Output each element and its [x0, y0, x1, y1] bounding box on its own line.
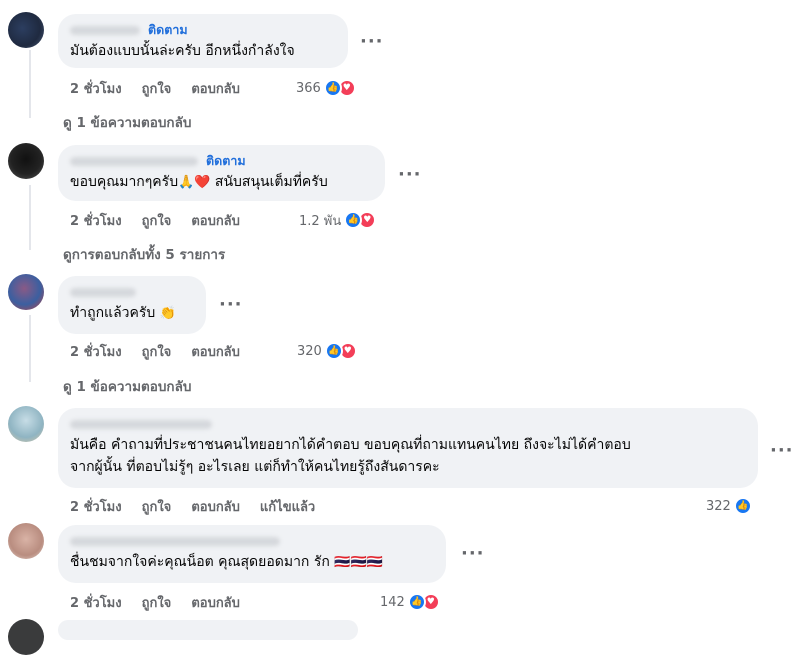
- comment-actions: 2 ชั่วโมง ถูกใจ ตอบกลับ แก้ไขแล้ว: [70, 496, 335, 516]
- reply-button[interactable]: ตอบกลับ: [191, 496, 240, 517]
- thread-line: [29, 185, 31, 250]
- comment-text-line: มันคือ คำถามที่ประชาชนคนไทยอยากได้คำตอบ …: [70, 437, 631, 453]
- author-name[interactable]: [70, 419, 212, 429]
- thumbs-up-icon: 👍: [733, 497, 752, 515]
- comment-text-part: สนับสนุนเต็มที่ครับ: [214, 174, 328, 190]
- more-options-icon[interactable]: ···: [398, 166, 422, 184]
- view-replies-link[interactable]: ดูการตอบกลับทั้ง 5 รายการ: [63, 243, 225, 265]
- avatar[interactable]: [8, 143, 44, 179]
- comment-text: ชื่นชมจากใจค่ะคุณน็อต คุณสุดยอดมาก รัก 🇹…: [70, 551, 434, 574]
- reaction-count: 142: [380, 594, 405, 610]
- view-replies-label: ดูการตอบกลับทั้ง 5 รายการ: [63, 247, 226, 263]
- reaction-summary[interactable]: 322 👍: [706, 496, 752, 516]
- reaction-count: 366: [296, 80, 321, 96]
- avatar[interactable]: [8, 406, 44, 442]
- view-replies-link[interactable]: ดู 1 ข้อความตอบกลับ: [63, 375, 191, 397]
- author-name[interactable]: [70, 25, 140, 35]
- more-options-icon[interactable]: ···: [461, 545, 485, 563]
- author-name[interactable]: [70, 156, 198, 166]
- comment-text: ขอบคุณมากๆครับ🙏❤️ สนับสนุนเต็มที่ครับ: [70, 171, 373, 194]
- thumbs-up-icon: 👍: [324, 342, 343, 360]
- comment-actions: 2 ชั่วโมง ถูกใจ ตอบกลับ: [70, 341, 260, 361]
- comment-text-line: จากผู้นั้น ที่ตอบไม่รู้ๆ อะไรเลย แต่ก็ทำ…: [70, 459, 440, 475]
- comment-actions: 2 ชั่วโมง ถูกใจ ตอบกลับ: [70, 210, 260, 230]
- view-replies-link[interactable]: ดู 1 ข้อความตอบกลับ: [63, 111, 191, 133]
- author-name[interactable]: [70, 287, 136, 297]
- timestamp[interactable]: 2 ชั่วโมง: [70, 592, 122, 613]
- more-options-icon[interactable]: ···: [770, 442, 794, 460]
- thread-line: [29, 50, 31, 118]
- comment-bubble: ติดตาม ขอบคุณมากๆครับ🙏❤️ สนับสนุนเต็มที่…: [58, 145, 385, 201]
- reaction-summary[interactable]: 1.2 พัน 👍 ♥: [299, 210, 377, 230]
- author-name[interactable]: [70, 536, 280, 546]
- comment-bubble: ชื่นชมจากใจค่ะคุณน็อต คุณสุดยอดมาก รัก 🇹…: [58, 525, 446, 583]
- comment-bubble: ทำถูกแล้วครับ 👏: [58, 276, 206, 334]
- comment-bubble: มันคือ คำถามที่ประชาชนคนไทยอยากได้คำตอบ …: [58, 408, 758, 488]
- reply-button[interactable]: ตอบกลับ: [191, 210, 240, 231]
- timestamp[interactable]: 2 ชั่วโมง: [70, 210, 122, 231]
- comment-bubble: ติดตาม มันต้องแบบนั้นล่ะครับ อีกหนึ่งกำล…: [58, 14, 348, 68]
- timestamp[interactable]: 2 ชั่วโมง: [70, 341, 122, 362]
- follow-link[interactable]: ติดตาม: [148, 22, 188, 38]
- reaction-count: 322: [706, 498, 731, 514]
- avatar[interactable]: [8, 619, 44, 655]
- thumbs-up-icon: 👍: [344, 211, 363, 229]
- like-button[interactable]: ถูกใจ: [142, 341, 172, 362]
- comment-bubble: [58, 620, 358, 640]
- reaction-summary[interactable]: 366 👍 ♥: [296, 78, 356, 98]
- follow-link[interactable]: ติดตาม: [206, 153, 246, 169]
- clap-emoji: 👏: [159, 306, 176, 321]
- avatar[interactable]: [8, 274, 44, 310]
- like-button[interactable]: ถูกใจ: [142, 210, 172, 231]
- comment-text: มันต้องแบบนั้นล่ะครับ อีกหนึ่งกำลังใจ: [70, 43, 295, 59]
- reaction-summary[interactable]: 142 👍 ♥: [380, 592, 440, 612]
- comment-text-part: ขอบคุณมากๆครับ: [70, 174, 179, 190]
- reaction-summary[interactable]: 320 👍 ♥: [297, 341, 357, 361]
- heart-emoji: ❤️: [194, 175, 211, 190]
- avatar[interactable]: [8, 523, 44, 559]
- like-button[interactable]: ถูกใจ: [142, 496, 172, 517]
- comment-text-part: ชื่นชมจากใจค่ะคุณน็อต คุณสุดยอดมาก รัก: [70, 554, 330, 570]
- reaction-count: 320: [297, 343, 322, 359]
- reaction-count: 1.2 พัน: [299, 213, 342, 229]
- reply-button[interactable]: ตอบกลับ: [191, 341, 240, 362]
- thumbs-up-icon: 👍: [323, 79, 342, 97]
- pray-emoji: 🙏: [178, 175, 195, 190]
- timestamp[interactable]: 2 ชั่วโมง: [70, 78, 122, 99]
- view-replies-label: ดู 1 ข้อความตอบกลับ: [63, 115, 192, 131]
- view-replies-label: ดู 1 ข้อความตอบกลับ: [63, 379, 192, 395]
- like-button[interactable]: ถูกใจ: [142, 592, 172, 613]
- more-options-icon[interactable]: ···: [360, 33, 384, 51]
- like-button[interactable]: ถูกใจ: [142, 78, 172, 99]
- thai-flag-emoji: 🇹🇭🇹🇭🇹🇭: [334, 555, 383, 570]
- edited-label[interactable]: แก้ไขแล้ว: [260, 496, 315, 517]
- thread-line: [29, 315, 31, 382]
- timestamp[interactable]: 2 ชั่วโมง: [70, 496, 122, 517]
- comment-actions: 2 ชั่วโมง ถูกใจ ตอบกลับ: [70, 78, 260, 98]
- comment-text: ทำถูกแล้วครับ 👏: [70, 302, 194, 325]
- reply-button[interactable]: ตอบกลับ: [191, 592, 240, 613]
- thumbs-up-icon: 👍: [407, 593, 426, 611]
- reply-button[interactable]: ตอบกลับ: [191, 78, 240, 99]
- comment-actions: 2 ชั่วโมง ถูกใจ ตอบกลับ: [70, 592, 260, 612]
- avatar[interactable]: [8, 12, 44, 48]
- more-options-icon[interactable]: ···: [219, 296, 243, 314]
- comment-text-part: ทำถูกแล้วครับ: [70, 305, 156, 321]
